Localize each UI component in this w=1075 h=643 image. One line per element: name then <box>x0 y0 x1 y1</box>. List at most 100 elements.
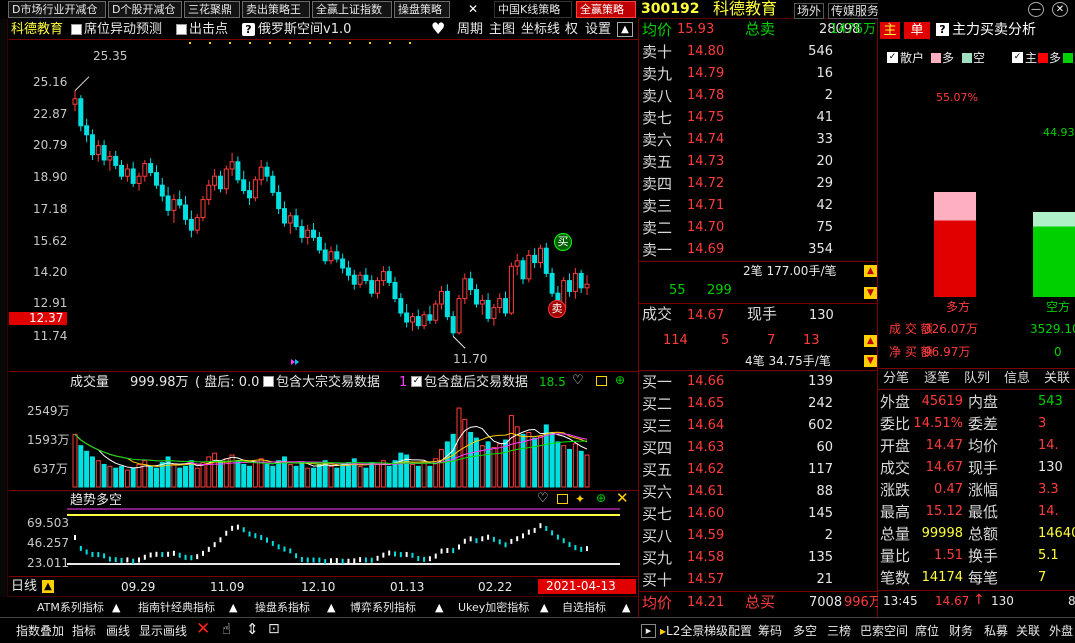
toolbar-close-icon[interactable]: ✕ <box>468 3 478 15</box>
bottom-finance[interactable]: 财务 <box>949 625 973 637</box>
analysis-tab-single[interactable]: 单 <box>904 22 930 39</box>
toolbar-button-sanhua[interactable]: 三花聚鼎 <box>184 1 240 18</box>
sell-order-row[interactable]: 卖四 14.72 29 <box>639 173 879 195</box>
buy-order-row[interactable]: 买七 14.60 145 <box>639 503 879 525</box>
toolbar-button-stock-reduce[interactable]: D个股开减仓 <box>108 1 182 18</box>
bottom-three-lists[interactable]: 三榜 <box>827 625 851 637</box>
trend-zoom-icon[interactable]: ⊕ <box>596 492 606 504</box>
buy-order-row[interactable]: 买六 14.61 88 <box>639 481 879 503</box>
help-icon[interactable]: ? <box>242 23 255 36</box>
volume-chart[interactable] <box>9 389 638 490</box>
bottom-seat[interactable]: 席位 <box>915 625 939 637</box>
indicator-tab-compass[interactable]: 指南针经典指标 <box>138 602 215 613</box>
checkbox-seat-forecast[interactable] <box>71 24 82 35</box>
buy-level-label: 买五 <box>642 461 673 479</box>
toolbar-button-market-industry[interactable]: D市场行业开减仓 <box>8 1 106 18</box>
checkbox-retail[interactable]: ✓ <box>887 52 898 63</box>
chart-up-arrow-icon[interactable]: ▲ <box>617 22 633 37</box>
bottom-l2-panorama[interactable]: ▸L2全景 <box>660 625 704 637</box>
trend-chart[interactable] <box>9 505 638 575</box>
sell-order-row[interactable]: 卖一 14.69 354 <box>639 239 879 261</box>
minimize-icon[interactable]: — <box>1028 2 1044 17</box>
move-vertical-icon[interactable]: ⇕ <box>246 622 259 637</box>
stat-value: 130 <box>1038 460 1063 475</box>
bottom-chips[interactable]: 筹码 <box>758 625 782 637</box>
checkbox-strike-point[interactable] <box>176 24 187 35</box>
analysis-tab-main[interactable]: 主 <box>880 22 900 39</box>
buy-order-row[interactable]: 买三 14.64 602 <box>639 415 879 437</box>
indicator-tab-atm[interactable]: ATM系列指标 <box>37 602 104 613</box>
toolbar-button-sell-strategy[interactable]: 卖出策略王 <box>242 1 310 18</box>
buy-order-row[interactable]: 买二 14.65 242 <box>639 393 879 415</box>
menu-settings[interactable]: 设置 <box>585 23 611 36</box>
volume-heart-icon[interactable]: ♡ <box>572 374 584 387</box>
hand-icon[interactable]: ☝ <box>222 622 231 637</box>
indicator-tab-operation[interactable]: 操盘系指标 <box>255 602 310 613</box>
industry-chip[interactable]: 传媒服务 <box>828 3 883 19</box>
indicator-tab-game[interactable]: 博弈系列指标 <box>350 602 416 613</box>
bottom-private-fund[interactable]: 私募 <box>984 625 1008 637</box>
stats-tab-ticks[interactable]: 分笔 <box>883 369 909 389</box>
price-chart[interactable] <box>9 41 638 371</box>
trend-heart-icon[interactable]: ♡ <box>537 492 549 505</box>
volume-zoom-icon[interactable]: ⊕ <box>615 374 625 386</box>
bottom-related[interactable]: 关联 <box>1016 625 1040 637</box>
toolbar-button-operation-strategy[interactable]: 操盘策略 <box>394 1 450 18</box>
heart-icon[interactable]: ♥ <box>431 21 445 37</box>
stats-tab-queue[interactable]: 队列 <box>964 369 990 389</box>
volume-window-icon[interactable] <box>596 376 607 386</box>
indicator-tab-ukey[interactable]: Ukey加密指标 <box>458 602 529 613</box>
lock-icon[interactable]: ⊡ <box>268 622 280 636</box>
buy-order-row[interactable]: 买一 14.66 139 <box>639 371 879 393</box>
stats-tab-info[interactable]: 信息 <box>1004 369 1030 389</box>
sell-order-row[interactable]: 卖六 14.74 33 <box>639 129 879 151</box>
bottom-right-arrow-icon[interactable]: ▸ <box>641 624 656 638</box>
cycle-warning-icon[interactable]: ▲ <box>42 580 54 593</box>
market-chip[interactable]: 场外 <box>794 3 825 19</box>
checkbox-after-trade[interactable]: ✓ <box>411 376 422 387</box>
sell-order-row[interactable]: 卖五 14.73 20 <box>639 151 879 173</box>
toolbar-button-allwin-strategy[interactable]: 全赢策略 <box>576 1 636 18</box>
menu-coord-line[interactable]: 坐标线 <box>521 23 560 36</box>
sell-order-row[interactable]: 卖二 14.70 75 <box>639 217 879 239</box>
menu-rights[interactable]: 权 <box>565 23 578 36</box>
menu-period[interactable]: 周期 <box>457 23 483 36</box>
buy-order-row[interactable]: 买十 14.57 21 <box>639 569 879 591</box>
bottom-indicator[interactable]: 指标 <box>72 625 96 637</box>
buy-order-row[interactable]: 买五 14.62 117 <box>639 459 879 481</box>
sell-order-row[interactable]: 卖十 14.80 546 <box>639 41 879 63</box>
bottom-draw-line[interactable]: 画线 <box>106 625 130 637</box>
indicator-tab-custom[interactable]: 自选指标 <box>562 602 606 613</box>
trend-close-icon[interactable]: ✕ <box>616 491 629 506</box>
stats-tab-each[interactable]: 逐笔 <box>924 369 950 389</box>
clear-lines-icon[interactable]: ✕ <box>196 621 210 638</box>
buy-order-row[interactable]: 买八 14.59 2 <box>639 525 879 547</box>
toolbar-button-china-kline[interactable]: 中国K线策略 <box>494 1 572 18</box>
sell-order-row[interactable]: 卖九 14.79 16 <box>639 63 879 85</box>
sell-order-row[interactable]: 卖七 14.75 41 <box>639 107 879 129</box>
analysis-help-icon[interactable]: ? <box>936 23 949 36</box>
bottom-outer[interactable]: 外盘 <box>1049 625 1073 637</box>
sell-order-row[interactable]: 卖八 14.78 2 <box>639 85 879 107</box>
bottom-bass-space[interactable]: 巴索空间 <box>860 625 908 637</box>
menu-main-chart[interactable]: 主图 <box>489 23 515 36</box>
sell-order-row[interactable]: 卖三 14.71 42 <box>639 195 879 217</box>
close-icon[interactable]: ✕ <box>1052 2 1068 17</box>
bottom-show-lines[interactable]: 显示画线 <box>139 625 187 637</box>
buy-down-icon[interactable]: ▼ <box>864 355 877 367</box>
bottom-long-short[interactable]: 多空 <box>793 625 817 637</box>
buy-order-row[interactable]: 买九 14.58 135 <box>639 547 879 569</box>
bottom-index-overlay[interactable]: 指数叠加 <box>16 625 64 637</box>
toolbar-button-shanghai-index[interactable]: 全赢上证指数 <box>312 1 392 18</box>
sell-up-icon[interactable]: ▲ <box>864 265 877 277</box>
sell-down-icon[interactable]: ▼ <box>864 287 877 299</box>
checkbox-main[interactable]: ✓ <box>1012 52 1023 63</box>
trend-pin-icon[interactable]: ✦ <box>575 493 585 505</box>
bottom-ladder-config[interactable]: 梯级配置 <box>704 625 752 637</box>
cycle-label[interactable]: 日线 <box>11 580 37 593</box>
buy-order-row[interactable]: 买四 14.63 60 <box>639 437 879 459</box>
buy-up-icon[interactable]: ▲ <box>864 335 877 347</box>
stats-tab-related[interactable]: 关联 <box>1044 369 1070 389</box>
checkbox-block-trade[interactable] <box>263 376 274 387</box>
trend-window-icon[interactable] <box>557 494 568 504</box>
